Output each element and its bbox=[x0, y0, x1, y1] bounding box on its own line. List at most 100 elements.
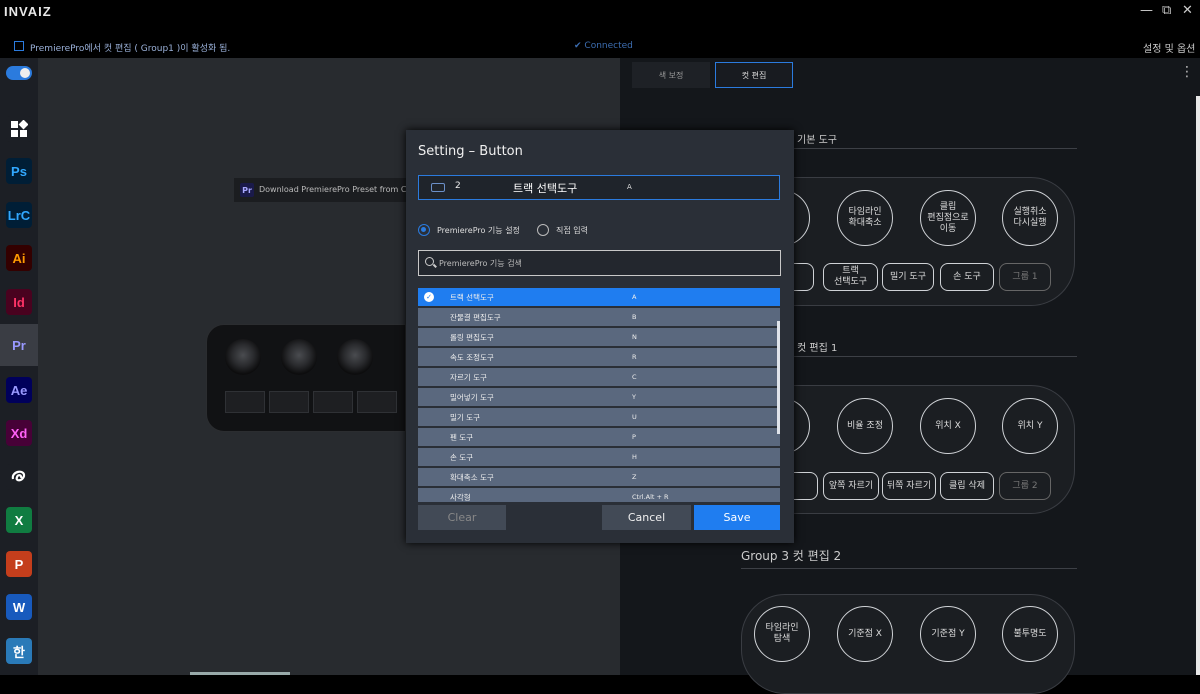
grid-icon[interactable] bbox=[6, 116, 32, 142]
mapped-dial-2-3[interactable]: 위치 X bbox=[920, 398, 976, 454]
function-shortcut: R bbox=[632, 353, 637, 361]
function-name: 사각형 bbox=[450, 493, 471, 502]
tab-bar: 색 보정 컷 편집 bbox=[632, 62, 794, 88]
close-button[interactable]: ✕ bbox=[1182, 3, 1193, 18]
clip-studio-icon[interactable] bbox=[6, 464, 32, 490]
settings-button[interactable]: 설정 및 옵션 bbox=[1143, 40, 1195, 55]
save-button[interactable]: Save bbox=[694, 505, 780, 530]
connection-status: ✔ Connected bbox=[574, 41, 633, 51]
xd-icon[interactable]: Xd bbox=[6, 420, 32, 446]
group2-title: 컷 편집 1 bbox=[797, 343, 838, 354]
mapped-dial-2-4[interactable]: 위치 Y bbox=[1002, 398, 1058, 454]
after-effects-icon[interactable]: Ae bbox=[6, 377, 32, 403]
function-name: 자르기 도구 bbox=[450, 373, 487, 382]
panel-scrollbar[interactable] bbox=[1196, 96, 1200, 675]
radio-direct-label: 직접 입력 bbox=[556, 226, 588, 235]
mapped-key-1-5[interactable]: 그룹 1 bbox=[999, 263, 1051, 291]
maximize-button[interactable]: ⧉ bbox=[1162, 3, 1171, 18]
mapped-key-1-2[interactable]: 트랙 선택도구 bbox=[823, 263, 878, 291]
powerpoint-icon[interactable]: P bbox=[6, 551, 32, 577]
device-key-1[interactable] bbox=[225, 391, 265, 413]
radio-premiere-function[interactable] bbox=[418, 224, 430, 236]
button-number: 2 bbox=[455, 181, 461, 191]
function-name: 밀어넣기 도구 bbox=[450, 393, 494, 402]
illustrator-icon[interactable]: Ai bbox=[6, 245, 32, 271]
list-item[interactable]: 밀기 도구 U bbox=[418, 408, 780, 426]
function-shortcut: A bbox=[632, 293, 637, 301]
selected-button-field: 2 트랙 선택도구 A bbox=[418, 175, 780, 200]
list-scrollbar[interactable] bbox=[777, 321, 780, 434]
device-key-4[interactable] bbox=[357, 391, 397, 413]
tab-cut-edit[interactable]: 컷 편집 bbox=[715, 62, 793, 88]
mapped-dial-3-3[interactable]: 기준점 Y bbox=[920, 606, 976, 662]
mapped-dial-3-1[interactable]: 타임라인 탐색 bbox=[754, 606, 810, 662]
function-list: ✓ 트랙 선택도구 A 잔물결 편집도구 B 롤링 편집도구 N 속도 조정도구 R 자르기 도구… bbox=[418, 288, 780, 502]
group1-title: 기본 도구 bbox=[797, 135, 837, 146]
selected-shortcut: A bbox=[627, 183, 632, 191]
search-field bbox=[418, 250, 781, 276]
list-item[interactable]: 확대축소 도구 Z bbox=[418, 468, 780, 486]
check-icon: ✓ bbox=[424, 292, 434, 302]
mapped-key-1-3[interactable]: 밀기 도구 bbox=[882, 263, 934, 291]
mapped-key-2-2[interactable]: 앞쪽 자르기 bbox=[823, 472, 879, 500]
mapped-key-1-4[interactable]: 손 도구 bbox=[940, 263, 994, 291]
mapped-key-2-3[interactable]: 뒤쪽 자르기 bbox=[882, 472, 936, 500]
setting-dialog: Setting – Button 2 트랙 선택도구 A PremierePro… bbox=[406, 130, 794, 543]
mapped-dial-1-4[interactable]: 실행취소 다시실행 bbox=[1002, 190, 1058, 246]
mapped-dial-3-4[interactable]: 불투명도 bbox=[1002, 606, 1058, 662]
radio-direct-input[interactable] bbox=[537, 224, 549, 236]
mapped-dial-1-2[interactable]: 타임라인 확대축소 bbox=[837, 190, 893, 246]
knob-1[interactable] bbox=[225, 339, 261, 375]
keyboard-icon bbox=[431, 183, 445, 192]
device-key-3[interactable] bbox=[313, 391, 353, 413]
list-item[interactable]: 잔물결 편집도구 B bbox=[418, 308, 780, 326]
mapped-dial-1-3[interactable]: 클립 편집점으로 이동 bbox=[920, 190, 976, 246]
list-item[interactable]: 롤링 편집도구 N bbox=[418, 328, 780, 346]
mapped-key-2-4[interactable]: 클립 삭제 bbox=[940, 472, 994, 500]
connection-label: Connected bbox=[584, 41, 633, 51]
function-shortcut: P bbox=[632, 433, 636, 441]
function-shortcut: C bbox=[632, 373, 637, 381]
app-sidebar bbox=[0, 58, 38, 675]
mapped-key-2-5[interactable]: 그룹 2 bbox=[999, 472, 1051, 500]
lightroom-icon[interactable]: LrC bbox=[6, 202, 32, 228]
hangul-icon[interactable]: 한 bbox=[6, 638, 32, 664]
list-item[interactable]: 자르기 도구 C bbox=[418, 368, 780, 386]
enable-toggle[interactable] bbox=[6, 66, 32, 80]
mapped-dial-3-2[interactable]: 기준점 X bbox=[837, 606, 893, 662]
function-name: 트랙 선택도구 bbox=[450, 293, 494, 302]
search-icon bbox=[425, 257, 434, 266]
knob-2[interactable] bbox=[281, 339, 317, 375]
list-item[interactable]: 속도 조정도구 R bbox=[418, 348, 780, 366]
list-item[interactable]: ✓ 트랙 선택도구 A bbox=[418, 288, 780, 306]
list-item[interactable]: 펜 도구 P bbox=[418, 428, 780, 446]
excel-icon[interactable]: X bbox=[6, 507, 32, 533]
indesign-icon[interactable]: Id bbox=[6, 289, 32, 315]
knob-3[interactable] bbox=[337, 339, 373, 375]
search-input[interactable] bbox=[439, 255, 759, 271]
function-name: 밀기 도구 bbox=[450, 413, 480, 422]
tab-color[interactable]: 색 보정 bbox=[632, 62, 710, 88]
title-bar: INVAIZ — ⧉ ✕ bbox=[0, 0, 1200, 40]
photoshop-icon[interactable]: Ps bbox=[6, 158, 32, 184]
function-name: 속도 조정도구 bbox=[450, 353, 494, 362]
dialog-title: Setting – Button bbox=[418, 144, 523, 159]
function-name: 손 도구 bbox=[450, 453, 474, 462]
radio-premiere-label: PremierePro 기능 설정 bbox=[437, 226, 520, 235]
clear-button[interactable]: Clear bbox=[418, 505, 506, 530]
minimize-button[interactable]: — bbox=[1140, 3, 1153, 18]
premiere-icon[interactable]: Pr bbox=[0, 324, 38, 366]
list-item[interactable]: 밀어넣기 도구 Y bbox=[418, 388, 780, 406]
download-banner[interactable]: Pr Download PremierePro Preset from Comm… bbox=[234, 178, 406, 202]
status-bar: PremierePro에서 컷 편집 ( Group1 )이 활성화 됨. ✔ … bbox=[0, 40, 1200, 58]
function-shortcut: U bbox=[632, 413, 637, 421]
mapped-dial-2-2[interactable]: 비율 조정 bbox=[837, 398, 893, 454]
list-item[interactable]: 사각형 Ctrl.Alt + R bbox=[418, 488, 780, 502]
word-icon[interactable]: W bbox=[6, 594, 32, 620]
more-icon[interactable]: ⋮ bbox=[1180, 64, 1194, 80]
function-shortcut: H bbox=[632, 453, 637, 461]
list-item[interactable]: 손 도구 H bbox=[418, 448, 780, 466]
divider bbox=[741, 568, 1077, 569]
cancel-button[interactable]: Cancel bbox=[602, 505, 691, 530]
device-key-2[interactable] bbox=[269, 391, 309, 413]
